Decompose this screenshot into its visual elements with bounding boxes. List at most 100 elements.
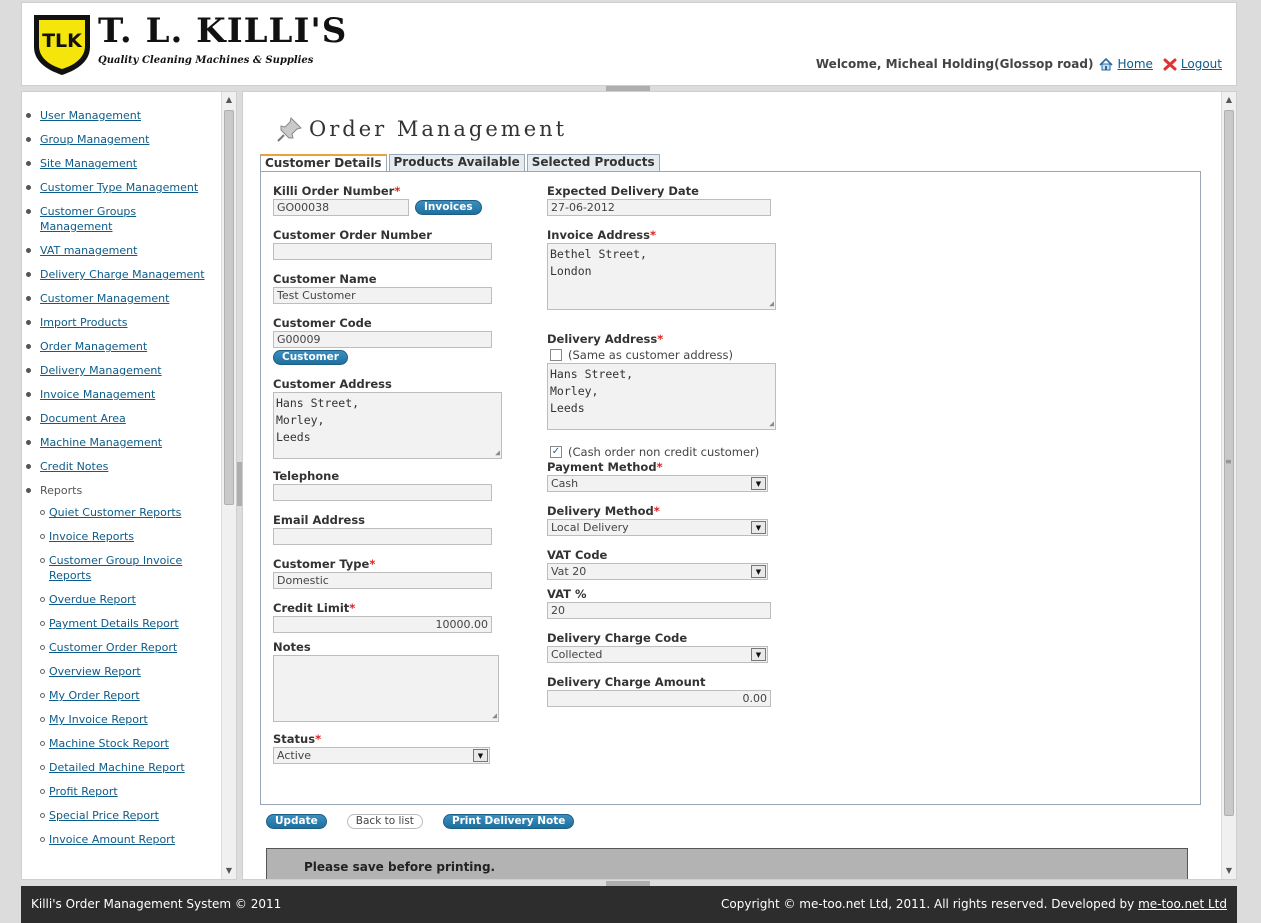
grip-icon: ≡ (1225, 457, 1232, 466)
report-item: My Order Report (40, 688, 212, 703)
sidebar-link[interactable]: Machine Management (40, 436, 162, 449)
logout-link[interactable]: Logout (1181, 57, 1222, 71)
sidebar-link[interactable]: Customer Type Management (40, 181, 198, 194)
report-link[interactable]: Payment Details Report (49, 617, 179, 630)
cash-order-checkbox[interactable]: ✓ (550, 446, 562, 458)
report-item: Payment Details Report (40, 616, 212, 631)
invoice-address-textarea[interactable]: Bethel Street, London ◢ (547, 243, 776, 310)
telephone-input[interactable] (273, 484, 492, 501)
report-link[interactable]: Detailed Machine Report (49, 761, 185, 774)
delivery-address-textarea[interactable]: Hans Street, Morley, Leeds ◢ (547, 363, 776, 430)
expected-delivery-date-input[interactable]: 27-06-2012 (547, 199, 771, 216)
sidebar-link[interactable]: Delivery Management (40, 364, 162, 377)
customer-name-input[interactable]: Test Customer (273, 287, 492, 304)
vat-code-label: VAT Code (547, 548, 608, 562)
chevron-down-icon[interactable]: ▼ (473, 749, 488, 762)
bullet-icon (26, 272, 31, 277)
back-to-list-button[interactable]: Back to list (346, 814, 423, 829)
vat-code-select[interactable]: Vat 20 ▼ (547, 563, 768, 580)
cash-order-row: ✓ (Cash order non credit customer) (550, 445, 759, 459)
report-link[interactable]: Quiet Customer Reports (49, 506, 181, 519)
sidebar-link[interactable]: Credit Notes (40, 460, 108, 473)
sidebar-link[interactable]: Document Area (40, 412, 126, 425)
scroll-up-icon[interactable]: ▲ (1222, 92, 1236, 108)
tab-customer-details[interactable]: Customer Details (260, 154, 387, 172)
report-link[interactable]: Profit Report (49, 785, 118, 798)
customer-type-input[interactable]: Domestic (273, 572, 492, 589)
report-link[interactable]: Customer Order Report (49, 641, 177, 654)
scroll-down-icon[interactable]: ▼ (1222, 863, 1236, 879)
company-name: T. L. KILLI'S (98, 11, 348, 51)
sidebar-link[interactable]: Order Management (40, 340, 147, 353)
sidebar-link[interactable]: User Management (40, 109, 141, 122)
sidebar-link[interactable]: VAT management (40, 244, 137, 257)
developer-link[interactable]: me-too.net Ltd (1138, 897, 1227, 911)
delivery-method-select[interactable]: Local Delivery ▼ (547, 519, 768, 536)
bullet-icon (26, 185, 31, 190)
status-label: Status (273, 732, 316, 746)
sidebar-link[interactable]: Invoice Management (40, 388, 155, 401)
status-value: Active (277, 749, 312, 762)
resize-grip-icon[interactable]: ◢ (769, 420, 774, 428)
vat-percent-input[interactable]: 20 (547, 602, 771, 619)
required-marker: * (649, 228, 656, 242)
delivery-charge-amount-input[interactable]: 0.00 (547, 690, 771, 707)
notes-textarea[interactable]: ◢ (273, 655, 499, 722)
scroll-up-icon[interactable]: ▲ (222, 92, 236, 108)
required-marker: * (656, 460, 663, 474)
sidebar-link[interactable]: Site Management (40, 157, 137, 170)
email-label: Email Address (273, 513, 366, 527)
credit-limit-input[interactable]: 10000.00 (273, 616, 492, 633)
customer-address-textarea[interactable]: Hans Street, Morley, Leeds ◢ (273, 392, 502, 459)
customer-code-input[interactable]: G00009 (273, 331, 492, 348)
scroll-down-icon[interactable]: ▼ (222, 863, 236, 879)
chevron-down-icon[interactable]: ▼ (751, 521, 766, 534)
chevron-down-icon[interactable]: ▼ (751, 477, 766, 490)
report-link[interactable]: Special Price Report (49, 809, 159, 822)
tab-selected-products[interactable]: Selected Products (526, 154, 660, 171)
resize-grip-icon[interactable]: ◢ (769, 300, 774, 308)
report-link[interactable]: My Order Report (49, 689, 140, 702)
email-input[interactable] (273, 528, 492, 545)
resize-grip-icon[interactable]: ◢ (495, 449, 500, 457)
status-select[interactable]: Active ▼ (273, 747, 490, 764)
tab-products-available[interactable]: Products Available (388, 154, 525, 171)
report-item: Invoice Amount Report (40, 832, 212, 847)
sidebar-link[interactable]: Customer Groups Management (40, 205, 136, 233)
update-button[interactable]: Update (266, 814, 327, 829)
invoices-button[interactable]: Invoices (415, 200, 482, 215)
chevron-down-icon[interactable]: ▼ (751, 565, 766, 578)
customer-button[interactable]: Customer (273, 350, 348, 365)
report-item: Detailed Machine Report (40, 760, 212, 775)
sidebar-link[interactable]: Import Products (40, 316, 128, 329)
report-link[interactable]: Overdue Report (49, 593, 136, 606)
report-link[interactable]: Invoice Reports (49, 530, 134, 543)
sidebar-link[interactable]: Delivery Charge Management (40, 268, 205, 281)
delivery-address-field: Delivery Address* (Same as customer addr… (547, 332, 776, 430)
customer-order-number-input[interactable] (273, 243, 492, 260)
home-icon (1099, 57, 1114, 70)
report-link[interactable]: Machine Stock Report (49, 737, 169, 750)
sidebar-scrollbar[interactable]: ▲ ▼ (221, 92, 236, 879)
chevron-down-icon[interactable]: ▼ (751, 648, 766, 661)
scrollbar-thumb[interactable] (224, 110, 234, 505)
report-link[interactable]: Overview Report (49, 665, 141, 678)
sidebar-link[interactable]: Group Management (40, 133, 149, 146)
same-as-customer-checkbox[interactable] (550, 349, 562, 361)
email-field: Email Address (273, 513, 492, 545)
killi-order-number-input[interactable]: GO00038 (273, 199, 409, 216)
sidebar-link[interactable]: Customer Management (40, 292, 169, 305)
main-scrollbar[interactable]: ▲ ≡ ▼ (1221, 92, 1236, 879)
payment-method-label: Payment Method (547, 460, 657, 474)
resize-grip-icon[interactable]: ◢ (492, 712, 497, 720)
report-link[interactable]: My Invoice Report (49, 713, 148, 726)
home-link[interactable]: Home (1117, 57, 1152, 71)
print-delivery-note-button[interactable]: Print Delivery Note (442, 814, 575, 829)
circle-bullet-icon (40, 741, 45, 746)
report-link[interactable]: Customer Group Invoice Reports (49, 554, 182, 582)
sidebar-item-order-management: Order Management (22, 339, 218, 354)
delivery-charge-code-select[interactable]: Collected ▼ (547, 646, 768, 663)
payment-method-select[interactable]: Cash ▼ (547, 475, 768, 492)
circle-bullet-icon (40, 558, 45, 563)
report-link[interactable]: Invoice Amount Report (49, 833, 175, 846)
